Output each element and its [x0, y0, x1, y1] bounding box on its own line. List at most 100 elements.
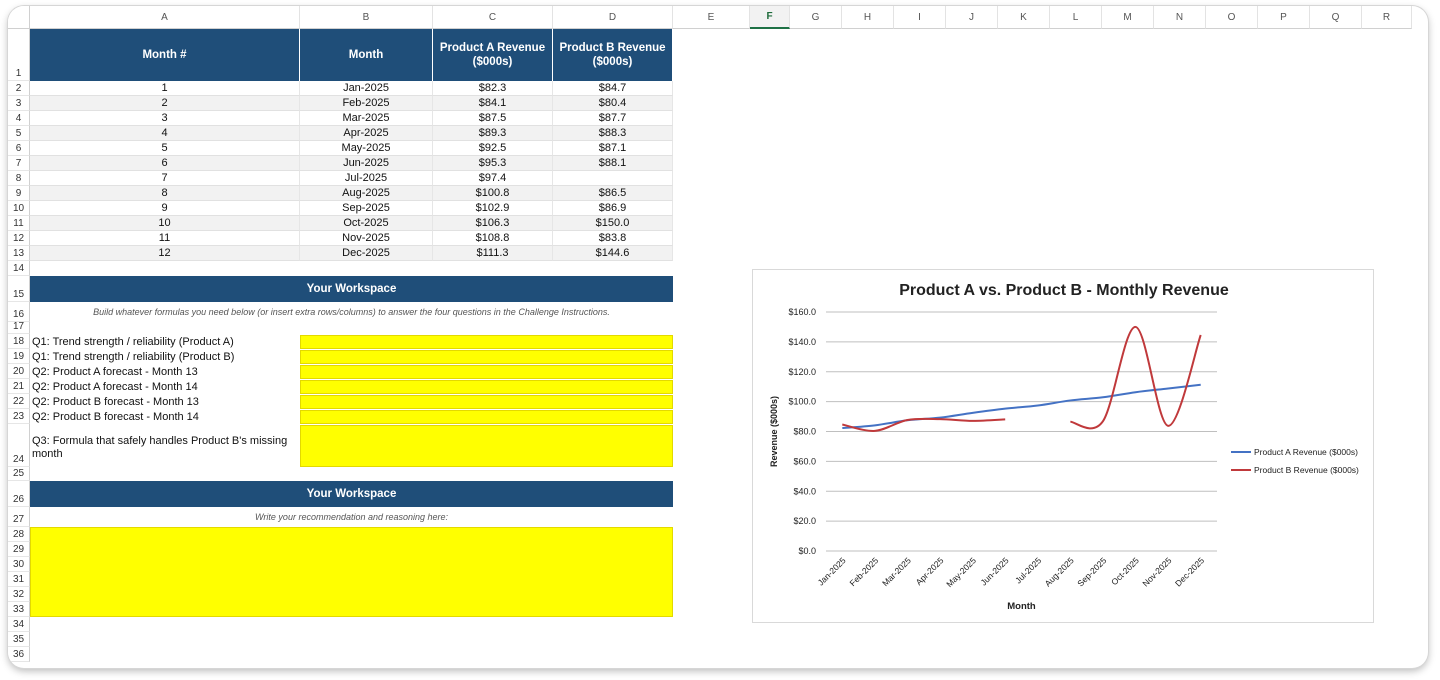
row-header-15[interactable]: 15: [8, 276, 30, 302]
table-cell[interactable]: $108.8: [433, 231, 553, 246]
answer-input-cell[interactable]: [300, 365, 673, 379]
column-header-b[interactable]: B: [300, 6, 433, 29]
column-header-c[interactable]: C: [433, 6, 553, 29]
row-header-27[interactable]: 27: [8, 507, 30, 527]
row-header-4[interactable]: 4: [8, 111, 30, 126]
table-cell[interactable]: $92.5: [433, 141, 553, 156]
column-header-g[interactable]: G: [790, 6, 842, 29]
table-cell[interactable]: $84.7: [553, 81, 673, 96]
table-cell[interactable]: $102.9: [433, 201, 553, 216]
row-header-26[interactable]: 26: [8, 481, 30, 507]
table-cell[interactable]: $97.4: [433, 171, 553, 186]
row-header-6[interactable]: 6: [8, 141, 30, 156]
table-cell[interactable]: 9: [30, 201, 300, 216]
row-header-21[interactable]: 21: [8, 379, 30, 394]
row-header-28[interactable]: 28: [8, 527, 30, 542]
table-cell[interactable]: Dec-2025: [300, 246, 433, 261]
table-cell[interactable]: $86.5: [553, 186, 673, 201]
table-cell[interactable]: $87.5: [433, 111, 553, 126]
table-cell[interactable]: Oct-2025: [300, 216, 433, 231]
column-header-h[interactable]: H: [842, 6, 894, 29]
select-all-corner[interactable]: [8, 6, 30, 29]
table-cell[interactable]: $89.3: [433, 126, 553, 141]
table-cell[interactable]: Jan-2025: [300, 81, 433, 96]
table-cell[interactable]: 7: [30, 171, 300, 186]
column-header-k[interactable]: K: [998, 6, 1050, 29]
row-header-23[interactable]: 23: [8, 409, 30, 424]
table-cell[interactable]: Sep-2025: [300, 201, 433, 216]
table-cell[interactable]: $88.3: [553, 126, 673, 141]
month-number-header[interactable]: Month #: [30, 29, 300, 81]
column-header-r[interactable]: R: [1362, 6, 1412, 29]
column-header-d[interactable]: D: [553, 6, 673, 29]
table-cell[interactable]: 2: [30, 96, 300, 111]
column-header-l[interactable]: L: [1050, 6, 1102, 29]
column-header-q[interactable]: Q: [1310, 6, 1362, 29]
table-cell[interactable]: $100.8: [433, 186, 553, 201]
table-cell[interactable]: $144.6: [553, 246, 673, 261]
table-cell[interactable]: $106.3: [433, 216, 553, 231]
column-header-n[interactable]: N: [1154, 6, 1206, 29]
table-cell[interactable]: 12: [30, 246, 300, 261]
column-header-j[interactable]: J: [946, 6, 998, 29]
column-header-f[interactable]: F: [750, 6, 790, 29]
row-header-17[interactable]: 17: [8, 321, 30, 334]
table-cell[interactable]: Jul-2025: [300, 171, 433, 186]
row-header-7[interactable]: 7: [8, 156, 30, 171]
table-cell[interactable]: [553, 171, 673, 186]
table-cell[interactable]: Mar-2025: [300, 111, 433, 126]
table-cell[interactable]: $82.3: [433, 81, 553, 96]
table-cell[interactable]: Feb-2025: [300, 96, 433, 111]
column-header-i[interactable]: I: [894, 6, 946, 29]
table-cell[interactable]: $87.1: [553, 141, 673, 156]
revenue-line-chart[interactable]: Product A vs. Product B - Monthly Revenu…: [752, 269, 1374, 623]
product-b-revenue-header[interactable]: Product B Revenue ($000s): [553, 29, 673, 81]
answer-input-cell[interactable]: [300, 395, 673, 409]
table-cell[interactable]: $150.0: [553, 216, 673, 231]
table-cell[interactable]: Nov-2025: [300, 231, 433, 246]
table-cell[interactable]: May-2025: [300, 141, 433, 156]
table-cell[interactable]: $83.8: [553, 231, 673, 246]
answer-input-cell[interactable]: [300, 380, 673, 394]
row-header-20[interactable]: 20: [8, 364, 30, 379]
table-cell[interactable]: 4: [30, 126, 300, 141]
answer-input-cell[interactable]: [300, 350, 673, 364]
table-cell[interactable]: 6: [30, 156, 300, 171]
row-header-8[interactable]: 8: [8, 171, 30, 186]
table-cell[interactable]: $80.4: [553, 96, 673, 111]
row-header-13[interactable]: 13: [8, 246, 30, 261]
table-cell[interactable]: $87.7: [553, 111, 673, 126]
table-cell[interactable]: $88.1: [553, 156, 673, 171]
row-header-36[interactable]: 36: [8, 647, 30, 662]
row-header-22[interactable]: 22: [8, 394, 30, 409]
row-header-5[interactable]: 5: [8, 126, 30, 141]
table-cell[interactable]: 3: [30, 111, 300, 126]
column-header-a[interactable]: A: [30, 6, 300, 29]
row-header-16[interactable]: 16: [8, 302, 30, 322]
table-cell[interactable]: 5: [30, 141, 300, 156]
table-cell[interactable]: $86.9: [553, 201, 673, 216]
table-cell[interactable]: Jun-2025: [300, 156, 433, 171]
row-header-1[interactable]: 1: [8, 29, 30, 81]
row-header-29[interactable]: 29: [8, 542, 30, 557]
row-header-25[interactable]: 25: [8, 467, 30, 481]
row-header-32[interactable]: 32: [8, 587, 30, 602]
row-header-11[interactable]: 11: [8, 216, 30, 231]
table-cell[interactable]: 8: [30, 186, 300, 201]
recommendation-input-area[interactable]: [30, 527, 673, 617]
row-header-12[interactable]: 12: [8, 231, 30, 246]
table-cell[interactable]: 11: [30, 231, 300, 246]
column-header-e[interactable]: E: [673, 6, 750, 29]
column-header-m[interactable]: M: [1102, 6, 1154, 29]
table-cell[interactable]: $95.3: [433, 156, 553, 171]
answer-input-cell[interactable]: [300, 425, 673, 467]
table-cell[interactable]: $111.3: [433, 246, 553, 261]
row-header-10[interactable]: 10: [8, 201, 30, 216]
table-cell[interactable]: Apr-2025: [300, 126, 433, 141]
row-header-30[interactable]: 30: [8, 557, 30, 572]
answer-input-cell[interactable]: [300, 410, 673, 424]
row-header-18[interactable]: 18: [8, 334, 30, 349]
row-header-24[interactable]: 24: [8, 424, 30, 467]
table-cell[interactable]: 1: [30, 81, 300, 96]
row-header-31[interactable]: 31: [8, 572, 30, 587]
